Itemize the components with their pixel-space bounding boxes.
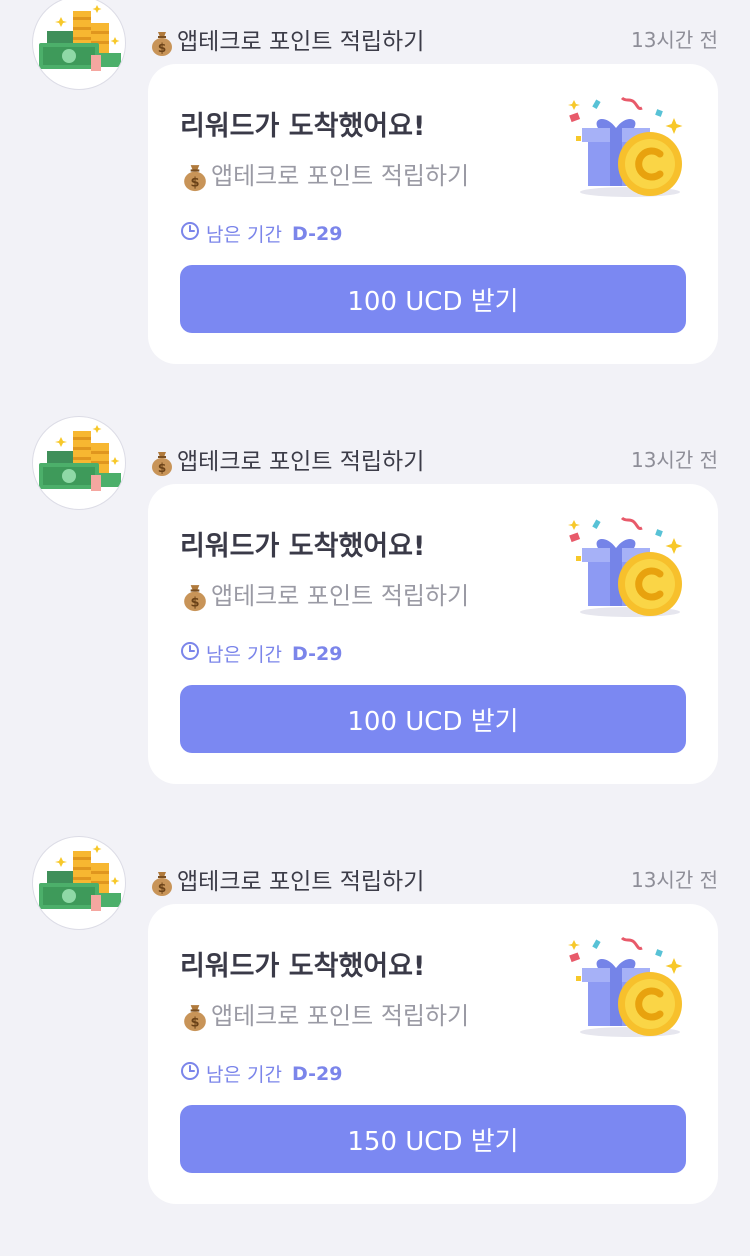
sender-name: $ 앱테크로 포인트 적립하기 <box>150 22 424 56</box>
money-stack-icon <box>33 837 125 929</box>
svg-text:$: $ <box>190 176 199 191</box>
svg-text:$: $ <box>190 1016 199 1031</box>
message-time: 13시간 전 <box>630 28 718 52</box>
gift-coin-icon <box>566 932 694 1042</box>
svg-text:$: $ <box>190 596 199 611</box>
period-label: 남은 기간 <box>206 644 282 666</box>
claim-reward-button[interactable]: 100 UCD 받기 <box>180 685 686 753</box>
sender-name: $ 앱테크로 포인트 적립하기 <box>150 862 424 896</box>
period-label: 남은 기간 <box>206 224 282 246</box>
card-subtitle: $ 앱테크로 포인트 적립하기 <box>182 576 469 612</box>
remaining-period: 남은 기간 D-29 <box>180 1060 342 1087</box>
sender-avatar[interactable] <box>32 836 126 930</box>
reward-card: 리워드가 도착했어요! $ 앱테크로 포인트 적립하기 남은 기간 D-29 10… <box>148 484 718 784</box>
sender-avatar[interactable] <box>32 416 126 510</box>
period-value: D-29 <box>291 222 343 245</box>
claim-reward-button[interactable]: 100 UCD 받기 <box>180 265 686 333</box>
message-header: $ 앱테크로 포인트 적립하기 13시간 전 <box>150 20 718 56</box>
message-header: $ 앱테크로 포인트 적립하기 13시간 전 <box>150 440 718 476</box>
message-item: $ 앱테크로 포인트 적립하기 13시간 전 리워드가 도착했어요! $ 앱테크로 … <box>0 416 750 836</box>
money-bag-icon: $ <box>182 582 208 612</box>
reward-card: 리워드가 도착했어요! $ 앱테크로 포인트 적립하기 남은 기간 D-29 10… <box>148 64 718 364</box>
card-subtitle: $ 앱테크로 포인트 적립하기 <box>182 156 469 192</box>
money-bag-icon: $ <box>150 870 174 896</box>
card-title: 리워드가 도착했어요! <box>180 111 426 142</box>
reward-card: 리워드가 도착했어요! $ 앱테크로 포인트 적립하기 남은 기간 D-29 15… <box>148 904 718 1204</box>
period-value: D-29 <box>291 642 343 665</box>
message-time: 13시간 전 <box>630 868 718 892</box>
sender-name: $ 앱테크로 포인트 적립하기 <box>150 442 424 476</box>
period-label: 남은 기간 <box>206 1064 282 1086</box>
remaining-period: 남은 기간 D-29 <box>180 640 342 667</box>
gift-coin-icon <box>566 512 694 622</box>
svg-text:$: $ <box>158 461 166 475</box>
gift-coin-icon <box>566 92 694 202</box>
message-header: $ 앱테크로 포인트 적립하기 13시간 전 <box>150 860 718 896</box>
sender-avatar[interactable] <box>32 0 126 90</box>
card-title: 리워드가 도착했어요! <box>180 531 426 562</box>
money-stack-icon <box>33 417 125 509</box>
claim-reward-button[interactable]: 150 UCD 받기 <box>180 1105 686 1173</box>
card-title: 리워드가 도착했어요! <box>180 951 426 982</box>
money-bag-icon: $ <box>150 450 174 476</box>
period-value: D-29 <box>291 1062 343 1085</box>
clock-icon <box>180 1061 200 1086</box>
clock-icon <box>180 221 200 246</box>
message-item: $ 앱테크로 포인트 적립하기 13시간 전 리워드가 도착했어요! $ 앱테크로 … <box>0 836 750 1256</box>
money-bag-icon: $ <box>182 162 208 192</box>
card-subtitle: $ 앱테크로 포인트 적립하기 <box>182 996 469 1032</box>
message-time: 13시간 전 <box>630 448 718 472</box>
money-bag-icon: $ <box>182 1002 208 1032</box>
remaining-period: 남은 기간 D-29 <box>180 220 342 247</box>
clock-icon <box>180 641 200 666</box>
svg-text:$: $ <box>158 881 166 895</box>
money-stack-icon <box>33 0 125 89</box>
message-item: $ 앱테크로 포인트 적립하기 13시간 전 리워드가 도착했어요! $ 앱테크로 … <box>0 0 750 416</box>
svg-text:$: $ <box>158 41 166 55</box>
money-bag-icon: $ <box>150 30 174 56</box>
